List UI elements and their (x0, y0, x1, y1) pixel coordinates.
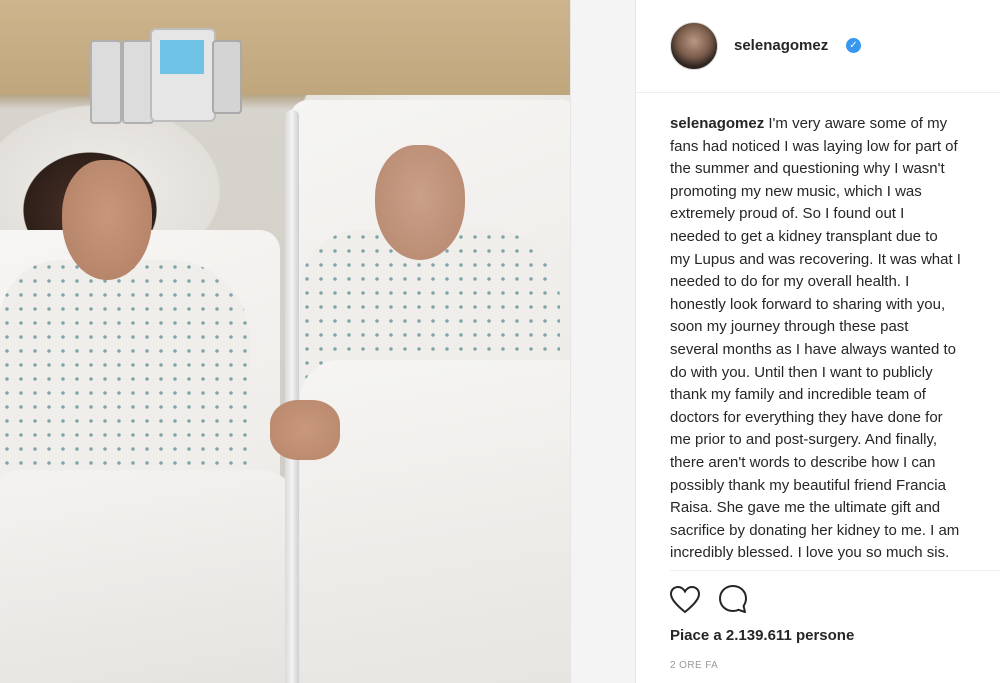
caption-text: thank my family and incredible team of (670, 386, 926, 404)
post-timestamp[interactable]: 2 ORE FA (670, 660, 718, 671)
verified-badge-icon: ✓ (846, 38, 861, 53)
caption-text: sacrifice by donating her kidney to me. … (670, 521, 960, 539)
post-header: selenagomez ✓ (636, 0, 1000, 93)
caption-text: several months as I have always wanted t… (670, 340, 956, 358)
heart-outline-icon[interactable] (670, 586, 700, 614)
post-side-panel: selenagomez ✓ selenagomez I'm very aware… (636, 0, 1000, 683)
caption-line: incredibly blessed. I love you so much s… (670, 542, 1000, 565)
caption-line: soon my journey through these past (670, 316, 1000, 339)
caption-line: do with you. Until then I want to public… (670, 362, 1000, 385)
caption-text: possibly thank my beautiful friend Franc… (670, 476, 946, 494)
caption-text: promoting my new music, which I was (670, 182, 922, 200)
caption-text: fans had noticed I was laying low for pa… (670, 137, 958, 155)
caption-text: Raisa. She gave me the ultimate gift and (670, 499, 941, 517)
caption-username[interactable]: selenagomez (670, 115, 764, 132)
caption-text: the summer and questioning why I wasn't (670, 160, 945, 178)
caption-line: possibly thank my beautiful friend Franc… (670, 475, 1000, 498)
caption-line: my Lupus and was recovering. It was what… (670, 249, 1000, 272)
caption-line: promoting my new music, which I was (670, 181, 1000, 204)
caption-line: extremely proud of. So I found out I (670, 203, 1000, 226)
post-caption: selenagomez I'm very aware some of my fan… (670, 113, 1000, 565)
caption-line: needed to do for my overall health. I (670, 271, 1000, 294)
caption-text: I'm very aware some of my (764, 115, 948, 132)
caption-text: there aren't words to describe how I can (670, 453, 936, 471)
caption-line: thank my family and incredible team of (670, 384, 1000, 407)
photo-iv-pump (212, 40, 242, 114)
caption-text: honestly look forward to sharing with yo… (670, 295, 946, 313)
photo-bed-rail (285, 110, 299, 683)
caption-text: do with you. Until then I want to public… (670, 363, 933, 381)
caption-line: the summer and questioning why I wasn't (670, 158, 1000, 181)
caption-text: me prior to and post-surgery. And finall… (670, 431, 938, 449)
caption-line: Raisa. She gave me the ultimate gift and (670, 497, 1000, 520)
photo-iv-pump (90, 40, 122, 124)
avatar[interactable] (670, 22, 718, 70)
photo-gown-left (0, 260, 250, 500)
photo-blanket-right (300, 360, 570, 683)
divider-strip (570, 0, 636, 683)
post-photo[interactable] (0, 0, 570, 683)
caption-line: me prior to and post-surgery. And finall… (670, 429, 1000, 452)
photo-holding-hands (270, 400, 340, 460)
caption-text: needed to get a kidney transplant due to (670, 227, 938, 245)
photo-blanket-left (0, 470, 300, 683)
divider (670, 570, 1000, 571)
photo-wall (0, 0, 570, 95)
caption-text: incredibly blessed. I love you so much s… (670, 544, 950, 562)
photo-person-right (375, 145, 465, 260)
caption-text: doctors for everything they have done fo… (670, 408, 943, 426)
photo-person-left (62, 160, 152, 280)
photo-monitor (150, 28, 216, 122)
caption-text: my Lupus and was recovering. It was what… (670, 250, 961, 268)
caption-text: needed to do for my overall health. I (670, 273, 910, 291)
caption-line: there aren't words to describe how I can (670, 452, 1000, 475)
comment-bubble-icon[interactable] (718, 584, 748, 614)
likes-suffix: persone (791, 627, 855, 644)
header-username[interactable]: selenagomez (734, 37, 828, 54)
likes-prefix: Piace a (670, 627, 726, 644)
caption-line: fans had noticed I was laying low for pa… (670, 136, 1000, 159)
caption-line: doctors for everything they have done fo… (670, 407, 1000, 430)
caption-line: sacrifice by donating her kidney to me. … (670, 520, 1000, 543)
caption-line: selenagomez I'm very aware some of my (670, 113, 1000, 136)
caption-line: honestly look forward to sharing with yo… (670, 294, 1000, 317)
caption-text: soon my journey through these past (670, 318, 909, 336)
caption-line: needed to get a kidney transplant due to (670, 226, 1000, 249)
likes-number: 2.139.611 (725, 627, 792, 644)
caption-text: extremely proud of. So I found out I (670, 205, 905, 223)
caption-line: several months as I have always wanted t… (670, 339, 1000, 362)
likes-count[interactable]: Piace a 2.139.611 persone (670, 627, 854, 644)
action-bar (670, 584, 762, 616)
